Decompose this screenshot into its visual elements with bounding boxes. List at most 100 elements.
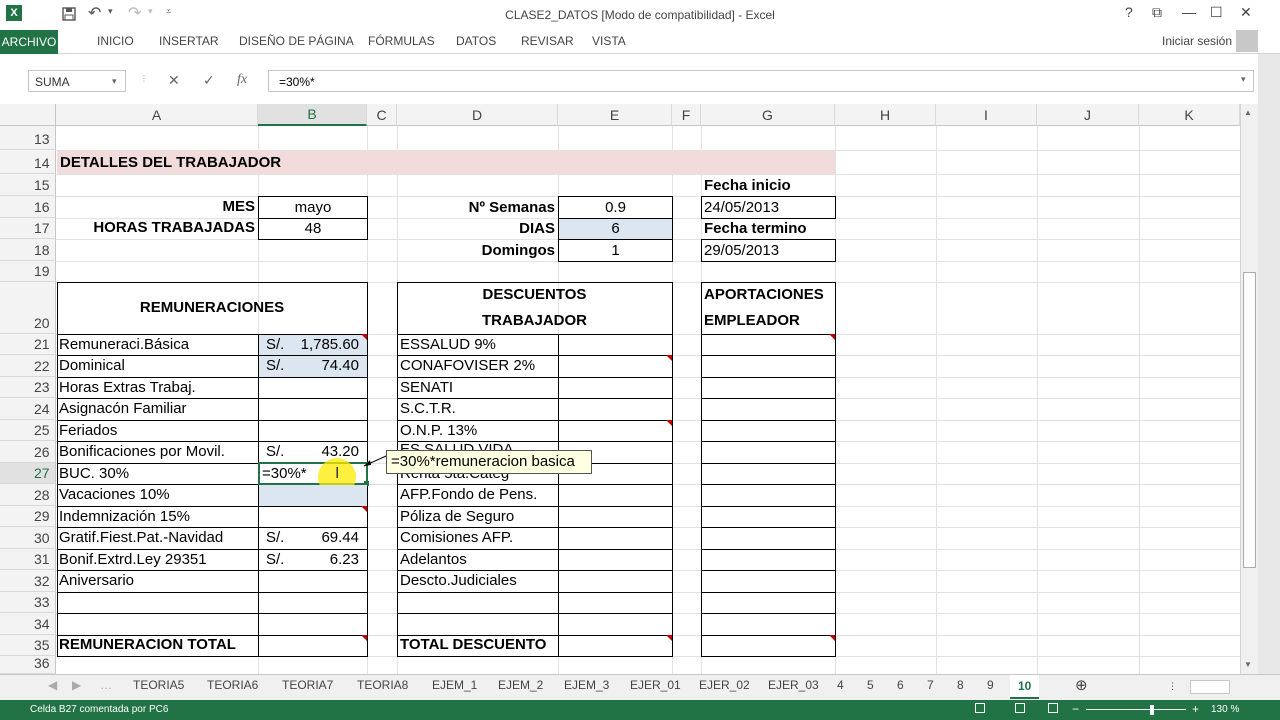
row-header-17[interactable]: 17 bbox=[0, 218, 56, 239]
row-header-14[interactable]: 14 bbox=[0, 150, 56, 174]
save-icon[interactable] bbox=[62, 7, 76, 21]
maximize-button[interactable]: ☐ bbox=[1210, 4, 1223, 21]
column-header-b[interactable]: B bbox=[258, 104, 367, 126]
comment-box[interactable]: =30%*remuneracion basica bbox=[386, 450, 592, 474]
zoom-level[interactable]: 130 % bbox=[1211, 704, 1239, 715]
column-header-g[interactable]: G bbox=[701, 104, 835, 126]
select-all-corner[interactable] bbox=[0, 104, 56, 126]
sheet-tab[interactable]: 4 bbox=[837, 678, 844, 692]
sheet-tab[interactable]: 7 bbox=[927, 678, 934, 692]
vertical-scrollbar[interactable]: ▲ ▼ bbox=[1240, 104, 1258, 674]
undo-icon[interactable]: ↶ bbox=[88, 3, 101, 23]
scroll-down-icon[interactable]: ▼ bbox=[1244, 660, 1252, 669]
row-header-21[interactable]: 21 bbox=[0, 334, 56, 355]
tab-insertar[interactable]: INSERTAR bbox=[159, 34, 219, 48]
close-button[interactable]: ✕ bbox=[1240, 4, 1252, 21]
column-header-i[interactable]: I bbox=[936, 104, 1037, 126]
row-header-35[interactable]: 35 bbox=[0, 635, 56, 656]
avatar[interactable] bbox=[1236, 30, 1258, 52]
row-header-20[interactable]: 20 bbox=[0, 282, 56, 334]
column-header-a[interactable]: A bbox=[56, 104, 258, 126]
remuneracion-value-editing[interactable]: =30%* bbox=[262, 464, 307, 484]
remuneracion-value[interactable]: 74.40 bbox=[260, 356, 359, 376]
row-header-22[interactable]: 22 bbox=[0, 355, 56, 377]
page-layout-icon[interactable] bbox=[1015, 703, 1025, 713]
column-header-h[interactable]: H bbox=[835, 104, 936, 126]
semanas-value[interactable]: 0.9 bbox=[558, 198, 673, 218]
sheet-tab[interactable]: TEORIA5 bbox=[133, 678, 184, 692]
row-header-13[interactable]: 13 bbox=[0, 126, 56, 150]
sheet-tab[interactable]: 5 bbox=[867, 678, 874, 692]
help-icon[interactable]: ? bbox=[1125, 4, 1133, 20]
sheet-tab[interactable]: EJER_02 bbox=[699, 678, 750, 692]
row-header-36[interactable]: 36 bbox=[0, 655, 56, 674]
sheet-tab[interactable]: 9 bbox=[987, 678, 994, 692]
column-header-c[interactable]: C bbox=[367, 104, 397, 126]
confirm-entry-icon[interactable]: ✓ bbox=[203, 72, 215, 89]
comment-indicator[interactable] bbox=[361, 506, 367, 512]
ribbon-display-icon[interactable]: ⧉ bbox=[1152, 4, 1162, 21]
comment-indicator[interactable] bbox=[666, 420, 672, 426]
customize-toolbar-icon[interactable]: ⩡ bbox=[166, 6, 171, 17]
row-header-24[interactable]: 24 bbox=[0, 398, 56, 420]
comment-indicator[interactable] bbox=[666, 355, 672, 361]
horizontal-scrollbar[interactable] bbox=[1190, 680, 1230, 694]
comment-indicator[interactable] bbox=[666, 635, 672, 641]
row-header-29[interactable]: 29 bbox=[0, 506, 56, 527]
name-box-dropdown-icon[interactable]: ▾ bbox=[112, 76, 117, 87]
fecha-termino-value[interactable]: 29/05/2013 bbox=[704, 241, 779, 261]
sheet-tab[interactable]: EJEM_1 bbox=[432, 678, 477, 692]
horas-value[interactable]: 48 bbox=[258, 219, 368, 239]
row-header-16[interactable]: 16 bbox=[0, 196, 56, 218]
more-sheets-icon[interactable]: … bbox=[100, 678, 112, 692]
row-header-34[interactable]: 34 bbox=[0, 613, 56, 635]
worksheet-grid[interactable]: A B C D E F G H I J K 13 14 15 16 17 18 … bbox=[0, 104, 1240, 674]
insert-function-icon[interactable]: fx bbox=[237, 72, 247, 88]
tab-revisar[interactable]: REVISAR bbox=[521, 34, 574, 48]
column-header-j[interactable]: J bbox=[1037, 104, 1139, 126]
sheet-tab[interactable]: TEORIA7 bbox=[282, 678, 333, 692]
tab-archivo[interactable]: ARCHIVO bbox=[0, 30, 58, 54]
column-header-f[interactable]: F bbox=[672, 104, 701, 126]
column-header-k[interactable]: K bbox=[1139, 104, 1240, 126]
comment-indicator[interactable] bbox=[361, 635, 367, 641]
row-header-18[interactable]: 18 bbox=[0, 239, 56, 261]
row-header-28[interactable]: 28 bbox=[0, 484, 56, 506]
comment-indicator[interactable] bbox=[829, 334, 835, 340]
remuneracion-value[interactable]: 1,785.60 bbox=[260, 335, 359, 355]
row-header-19[interactable]: 19 bbox=[0, 261, 56, 282]
sheet-tab[interactable]: EJEM_2 bbox=[498, 678, 543, 692]
tab-splitter-icon[interactable]: ⋮ bbox=[1168, 681, 1177, 692]
undo-dropdown-icon[interactable]: ▾ bbox=[108, 6, 113, 17]
comment-indicator[interactable] bbox=[361, 334, 367, 340]
row-header-25[interactable]: 25 bbox=[0, 420, 56, 441]
row-header-15[interactable]: 15 bbox=[0, 174, 56, 196]
redo-dropdown-icon[interactable]: ▾ bbox=[148, 6, 153, 17]
row-header-33[interactable]: 33 bbox=[0, 592, 56, 613]
minimize-button[interactable]: — bbox=[1182, 4, 1196, 20]
sign-in-link[interactable]: Iniciar sesión bbox=[1162, 34, 1232, 48]
zoom-in-icon[interactable]: + bbox=[1192, 702, 1199, 716]
column-header-d[interactable]: D bbox=[397, 104, 558, 126]
redo-icon[interactable]: ↷ bbox=[128, 3, 141, 23]
sheet-tab[interactable]: TEORIA6 bbox=[207, 678, 258, 692]
sheet-tab[interactable]: EJER_03 bbox=[768, 678, 819, 692]
domingos-value[interactable]: 1 bbox=[558, 241, 673, 261]
mes-value[interactable]: mayo bbox=[258, 198, 368, 218]
zoom-out-icon[interactable]: − bbox=[1072, 702, 1079, 716]
sheet-tab[interactable]: EJEM_3 bbox=[564, 678, 609, 692]
expand-formula-bar-icon[interactable]: ▾ bbox=[1241, 74, 1246, 85]
row-header-27[interactable]: 27 bbox=[0, 463, 56, 484]
scroll-thumb[interactable] bbox=[1243, 272, 1256, 568]
fecha-inicio-value[interactable]: 24/05/2013 bbox=[704, 198, 779, 218]
comment-indicator[interactable] bbox=[829, 635, 835, 641]
remuneracion-value[interactable]: 69.44 bbox=[260, 528, 359, 548]
sheet-tab[interactable]: 8 bbox=[957, 678, 964, 692]
scroll-up-icon[interactable]: ▲ bbox=[1244, 108, 1252, 117]
row-header-23[interactable]: 23 bbox=[0, 377, 56, 398]
add-sheet-icon[interactable]: ⊕ bbox=[1075, 676, 1088, 694]
sheet-tab[interactable]: 6 bbox=[897, 678, 904, 692]
zoom-slider-thumb[interactable] bbox=[1150, 705, 1154, 715]
tab-diseno-de-pagina[interactable]: DISEÑO DE PÁGINA bbox=[239, 34, 354, 48]
row-header-30[interactable]: 30 bbox=[0, 527, 56, 549]
